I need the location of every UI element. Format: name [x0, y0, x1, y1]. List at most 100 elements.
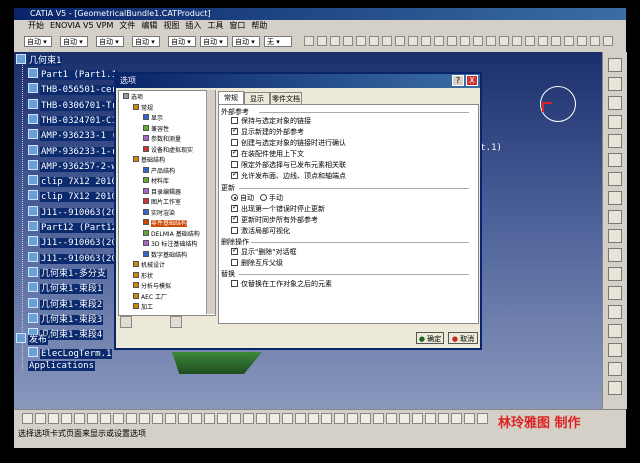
ok-button[interactable]: ● 确定: [416, 332, 444, 344]
options-tree-item[interactable]: 零件基础结构: [143, 219, 188, 228]
options-tree-item[interactable]: 3D 标注基础结构: [143, 240, 197, 249]
bottom-toolbar-icon[interactable]: [204, 413, 215, 424]
bottom-toolbar-icon[interactable]: [282, 413, 293, 424]
bottom-toolbar-icon[interactable]: [477, 413, 488, 424]
options-tree-item[interactable]: 参数和测量: [143, 135, 181, 144]
tree-item[interactable]: clip 7X12 2010: [28, 175, 118, 188]
right-toolbar-icon[interactable]: [608, 77, 622, 91]
right-toolbar-icon[interactable]: [608, 381, 622, 395]
external-ref-option[interactable]: 在装配件使用上下文: [231, 148, 304, 159]
options-tree-item[interactable]: 显示: [143, 114, 163, 123]
options-tree-item[interactable]: 常规: [133, 103, 153, 113]
bottom-toolbar-icon[interactable]: [295, 413, 306, 424]
options-tree-item[interactable]: 产品结构: [143, 166, 175, 176]
bottom-toolbar-icon[interactable]: [165, 413, 176, 424]
tab-1[interactable]: 常规: [218, 91, 244, 104]
tree-item[interactable]: Part1 (Part1.1: [28, 68, 118, 81]
checkbox[interactable]: [231, 126, 238, 135]
tree-item[interactable]: AMP-936257-2-w: [28, 159, 118, 173]
toolbar-icon[interactable]: [447, 36, 457, 46]
toolbar-icon[interactable]: [564, 36, 574, 46]
menu-item[interactable]: ENOVIA V5 VPM: [50, 21, 113, 30]
checkbox[interactable]: [231, 161, 238, 168]
tree-applications[interactable]: Applications: [28, 360, 96, 373]
style-combo[interactable]: 无 ▾: [264, 36, 292, 47]
bottom-toolbar-icon[interactable]: [360, 413, 371, 424]
right-toolbar-icon[interactable]: [608, 267, 622, 281]
toolbar-icon[interactable]: [421, 36, 431, 46]
bottom-toolbar-icon[interactable]: [399, 413, 410, 424]
options-tree-item[interactable]: 数字基础结构: [143, 250, 187, 260]
toolbar-icon[interactable]: [304, 36, 314, 46]
cancel-button[interactable]: ● 取消: [448, 332, 478, 344]
tree-item[interactable]: J11--910063(20: [28, 251, 118, 265]
options-tree-item[interactable]: 图片工作室: [143, 198, 181, 207]
bottom-toolbar-icon[interactable]: [243, 413, 254, 424]
tree-item[interactable]: THB-0324701-C1: [28, 113, 118, 127]
options-tree-item[interactable]: 实时渲染: [143, 208, 175, 218]
right-toolbar-icon[interactable]: [608, 172, 622, 186]
toolbar-icon[interactable]: [356, 36, 366, 46]
options-tree-item[interactable]: 基础结构: [133, 156, 165, 165]
right-toolbar-icon[interactable]: [608, 96, 622, 110]
options-tree-item[interactable]: 形状: [133, 271, 153, 281]
radio-manual[interactable]: [260, 194, 267, 201]
update-option[interactable]: 激活局部可视化: [231, 227, 290, 236]
toolbar-icon[interactable]: [551, 36, 561, 46]
checkbox[interactable]: [231, 259, 238, 266]
toolbar-icon[interactable]: [590, 36, 600, 46]
external-ref-option[interactable]: 限定外部选择与已发布元素相关联: [231, 161, 346, 170]
external-ref-option[interactable]: 显示新建的外部参考: [231, 126, 304, 137]
checkbox[interactable]: [231, 214, 238, 223]
tree-item[interactable]: 几何束1-束段2: [28, 297, 104, 311]
tree-item[interactable]: THB-0306701-Tr: [28, 98, 118, 112]
menu-item[interactable]: 插入: [185, 21, 201, 30]
toolbar-icon[interactable]: [460, 36, 470, 46]
reset-options-icon[interactable]: [170, 316, 182, 328]
toolbar-icon[interactable]: [486, 36, 496, 46]
bottom-toolbar-icon[interactable]: [412, 413, 423, 424]
bottom-toolbar-icon[interactable]: [334, 413, 345, 424]
options-tree-item[interactable]: AEC 工厂: [133, 292, 167, 302]
checkbox[interactable]: [231, 203, 238, 212]
bottom-toolbar-icon[interactable]: [35, 413, 46, 424]
style-combo[interactable]: 自动 ▾: [24, 36, 52, 47]
right-toolbar-icon[interactable]: [608, 324, 622, 338]
menu-item[interactable]: 帮助: [251, 21, 267, 30]
tree-item[interactable]: Part12 (Part12: [28, 221, 118, 234]
tree-item[interactable]: clip 7X12 2010: [28, 190, 118, 203]
tree-item[interactable]: J11--910063(20: [28, 236, 118, 249]
tree-item[interactable]: 几何束1-多分支: [28, 266, 107, 280]
update-option[interactable]: 出现第一个错误时停止更新: [231, 203, 325, 214]
right-toolbar-icon[interactable]: [608, 115, 622, 129]
checkbox[interactable]: [231, 280, 238, 287]
right-toolbar-icon[interactable]: [608, 248, 622, 262]
toolbar-icon[interactable]: [408, 36, 418, 46]
bottom-toolbar-icon[interactable]: [217, 413, 228, 424]
toolbar-icon[interactable]: [330, 36, 340, 46]
bottom-toolbar-icon[interactable]: [113, 413, 124, 424]
options-tree[interactable]: 选项 常规 显示 兼容性 参数和测量 设备和虚拟现实 基础结构 产品结构 材料库 目录编辑器 图片工…: [118, 90, 216, 316]
options-tree-item[interactable]: 兼容性: [143, 124, 169, 134]
style-combo[interactable]: 自动 ▾: [168, 36, 196, 47]
checkbox[interactable]: [231, 170, 238, 179]
help-button[interactable]: ?: [452, 75, 464, 86]
menu-item[interactable]: 视图: [163, 21, 179, 30]
options-tree-item[interactable]: 分析与模拟: [133, 282, 171, 291]
right-toolbar-icon[interactable]: [608, 343, 622, 357]
right-toolbar-icon[interactable]: [608, 229, 622, 243]
toolbar-icon[interactable]: [382, 36, 392, 46]
bottom-toolbar-icon[interactable]: [321, 413, 332, 424]
style-combo[interactable]: 自动 ▾: [132, 36, 160, 47]
bottom-toolbar-icon[interactable]: [87, 413, 98, 424]
checkbox[interactable]: [231, 117, 238, 124]
options-tree-item[interactable]: 目录编辑器: [143, 187, 181, 197]
toolbar-icon[interactable]: [512, 36, 522, 46]
bottom-toolbar-icon[interactable]: [386, 413, 397, 424]
checkbox[interactable]: [231, 139, 238, 146]
tree-item[interactable]: 几何束1-束段1: [28, 282, 104, 295]
toolbar-icon[interactable]: [538, 36, 548, 46]
options-tree-scrollbar[interactable]: [206, 90, 215, 314]
bottom-toolbar-icon[interactable]: [61, 413, 72, 424]
options-tree-item[interactable]: DELMIA 基础结构: [143, 229, 200, 239]
